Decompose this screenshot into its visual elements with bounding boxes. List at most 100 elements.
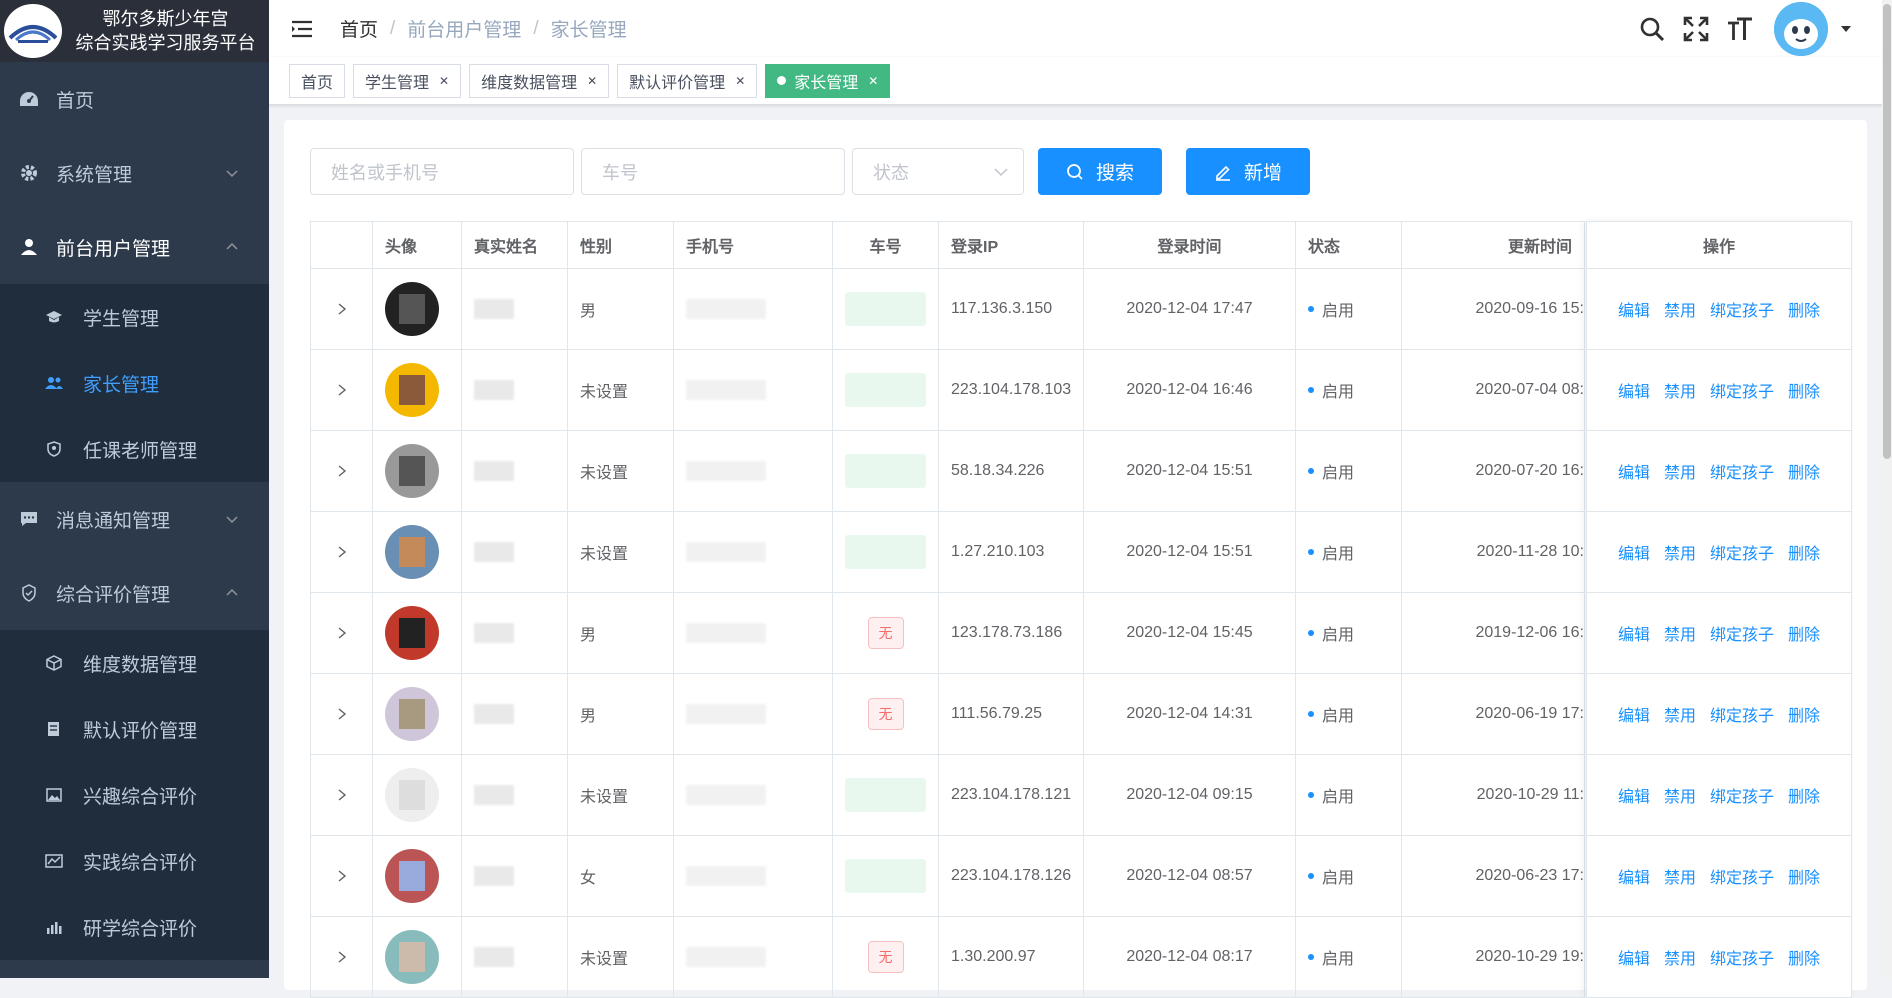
tag-dimension-data[interactable]: 维度数据管理 ✕ xyxy=(469,63,610,98)
sidebar-item-evaluation[interactable]: 综合评价管理 xyxy=(0,556,269,630)
sidebar-item-students[interactable]: 学生管理 xyxy=(0,284,269,350)
bind-child-button[interactable]: 绑定孩子 xyxy=(1710,621,1774,645)
disable-button[interactable]: 禁用 xyxy=(1664,540,1696,564)
sidebar-item-practice-evaluation[interactable]: 实践综合评价 xyxy=(0,828,269,894)
status-badge: 启用 xyxy=(1322,789,1355,806)
gender-cell: 未设置 xyxy=(568,512,674,592)
sidebar-item-system[interactable]: 系统管理 xyxy=(0,136,269,210)
delete-button[interactable]: 删除 xyxy=(1788,864,1820,888)
status-badge: 启用 xyxy=(1322,546,1355,563)
disable-button[interactable]: 禁用 xyxy=(1664,783,1696,807)
sidebar-item-study-evaluation[interactable]: 研学综合评价 xyxy=(0,894,269,960)
close-icon[interactable]: ✕ xyxy=(868,74,878,88)
edit-button[interactable]: 编辑 xyxy=(1618,378,1650,402)
hamburger-menu-icon[interactable] xyxy=(290,19,316,39)
bind-child-button[interactable]: 绑定孩子 xyxy=(1710,540,1774,564)
search-icon[interactable] xyxy=(1638,15,1666,43)
bind-child-button[interactable]: 绑定孩子 xyxy=(1710,297,1774,321)
edit-button[interactable]: 编辑 xyxy=(1618,540,1650,564)
car-none-tag: 无 xyxy=(867,698,904,730)
status-badge: 启用 xyxy=(1322,627,1355,644)
disable-button[interactable]: 禁用 xyxy=(1664,864,1696,888)
edit-button[interactable]: 编辑 xyxy=(1618,783,1650,807)
breadcrumb-level1[interactable]: 前台用户管理 xyxy=(407,15,521,42)
expand-arrow-icon[interactable] xyxy=(336,707,348,721)
bind-child-button[interactable]: 绑定孩子 xyxy=(1710,945,1774,969)
disable-button[interactable]: 禁用 xyxy=(1664,297,1696,321)
search-button[interactable]: 搜索 xyxy=(1038,148,1162,195)
add-button[interactable]: 新增 xyxy=(1186,148,1310,195)
disable-button[interactable]: 禁用 xyxy=(1664,378,1696,402)
delete-button[interactable]: 删除 xyxy=(1788,702,1820,726)
table-row-actions: 编辑 禁用 绑定孩子 删除 xyxy=(1586,269,1852,350)
delete-button[interactable]: 删除 xyxy=(1788,783,1820,807)
expand-arrow-icon[interactable] xyxy=(336,869,348,883)
bind-child-button[interactable]: 绑定孩子 xyxy=(1710,864,1774,888)
expand-arrow-icon[interactable] xyxy=(336,383,348,397)
expand-arrow-icon[interactable] xyxy=(336,788,348,802)
edit-button[interactable]: 编辑 xyxy=(1618,459,1650,483)
delete-button[interactable]: 删除 xyxy=(1788,945,1820,969)
bind-child-button[interactable]: 绑定孩子 xyxy=(1710,702,1774,726)
delete-button[interactable]: 删除 xyxy=(1788,540,1820,564)
tag-parents[interactable]: 家长管理 ✕ xyxy=(765,63,891,98)
breadcrumb-home[interactable]: 首页 xyxy=(340,15,378,42)
sidebar-item-dimension-data[interactable]: 维度数据管理 xyxy=(0,630,269,696)
scrollbar[interactable] xyxy=(1882,0,1892,978)
disable-button[interactable]: 禁用 xyxy=(1664,621,1696,645)
tag-students[interactable]: 学生管理 ✕ xyxy=(353,63,462,98)
caret-down-icon[interactable] xyxy=(1840,25,1852,33)
header-login-ip: 登录IP xyxy=(939,222,1084,268)
fullscreen-icon[interactable] xyxy=(1682,15,1710,43)
edit-button[interactable]: 编辑 xyxy=(1618,864,1650,888)
tag-default-evaluation[interactable]: 默认评价管理 ✕ xyxy=(617,63,758,98)
expand-arrow-icon[interactable] xyxy=(336,626,348,640)
edit-button[interactable]: 编辑 xyxy=(1618,945,1650,969)
sidebar-item-teachers[interactable]: 任课老师管理 xyxy=(0,416,269,482)
table-row: 男 无 111.56.79.25 2020-12-04 14:31 启用 202… xyxy=(310,674,1585,755)
name-phone-input[interactable]: 姓名或手机号 xyxy=(310,148,574,195)
edit-button[interactable]: 编辑 xyxy=(1618,702,1650,726)
delete-button[interactable]: 删除 xyxy=(1788,297,1820,321)
car-number-input[interactable]: 车号 xyxy=(581,148,845,195)
navbar-right xyxy=(1638,0,1892,57)
cube-icon xyxy=(45,654,63,672)
tag-home[interactable]: 首页 xyxy=(289,63,346,98)
expand-arrow-icon[interactable] xyxy=(336,950,348,964)
sidebar-item-home[interactable]: 首页 xyxy=(0,62,269,136)
close-icon[interactable]: ✕ xyxy=(587,74,597,88)
font-size-icon[interactable] xyxy=(1726,15,1754,43)
close-icon[interactable]: ✕ xyxy=(735,74,745,88)
delete-button[interactable]: 删除 xyxy=(1788,459,1820,483)
disable-button[interactable]: 禁用 xyxy=(1664,459,1696,483)
sidebar-item-frontend-users[interactable]: 前台用户管理 xyxy=(0,210,269,284)
edit-icon xyxy=(1215,165,1230,181)
sidebar-item-interest-evaluation[interactable]: 兴趣综合评价 xyxy=(0,762,269,828)
edit-button[interactable]: 编辑 xyxy=(1618,621,1650,645)
expand-arrow-icon[interactable] xyxy=(336,302,348,316)
disable-button[interactable]: 禁用 xyxy=(1664,945,1696,969)
bind-child-button[interactable]: 绑定孩子 xyxy=(1710,459,1774,483)
expand-arrow-icon[interactable] xyxy=(336,464,348,478)
bind-child-button[interactable]: 绑定孩子 xyxy=(1710,783,1774,807)
expand-arrow-icon[interactable] xyxy=(336,545,348,559)
disable-button[interactable]: 禁用 xyxy=(1664,702,1696,726)
updated-time-cell: 2020-11-28 10: xyxy=(1402,512,1585,592)
login-ip-cell: 117.136.3.150 xyxy=(939,269,1084,349)
delete-button[interactable]: 删除 xyxy=(1788,621,1820,645)
close-icon[interactable]: ✕ xyxy=(439,74,449,88)
scrollbar-thumb[interactable] xyxy=(1883,4,1891,459)
user-avatar[interactable] xyxy=(1774,1,1828,56)
sidebar-item-parents[interactable]: 家长管理 xyxy=(0,350,269,416)
bind-child-button[interactable]: 绑定孩子 xyxy=(1710,378,1774,402)
car-number-blur xyxy=(845,778,926,812)
status-select[interactable]: 状态 xyxy=(852,148,1024,195)
gender-cell: 男 xyxy=(568,674,674,754)
name-blur xyxy=(474,785,514,805)
sidebar-item-messages[interactable]: 消息通知管理 xyxy=(0,482,269,556)
delete-button[interactable]: 删除 xyxy=(1788,378,1820,402)
sidebar-item-default-evaluation[interactable]: 默认评价管理 xyxy=(0,696,269,762)
sidebar-item-label: 维度数据管理 xyxy=(83,654,198,676)
edit-button[interactable]: 编辑 xyxy=(1618,297,1650,321)
status-badge: 启用 xyxy=(1322,384,1355,401)
